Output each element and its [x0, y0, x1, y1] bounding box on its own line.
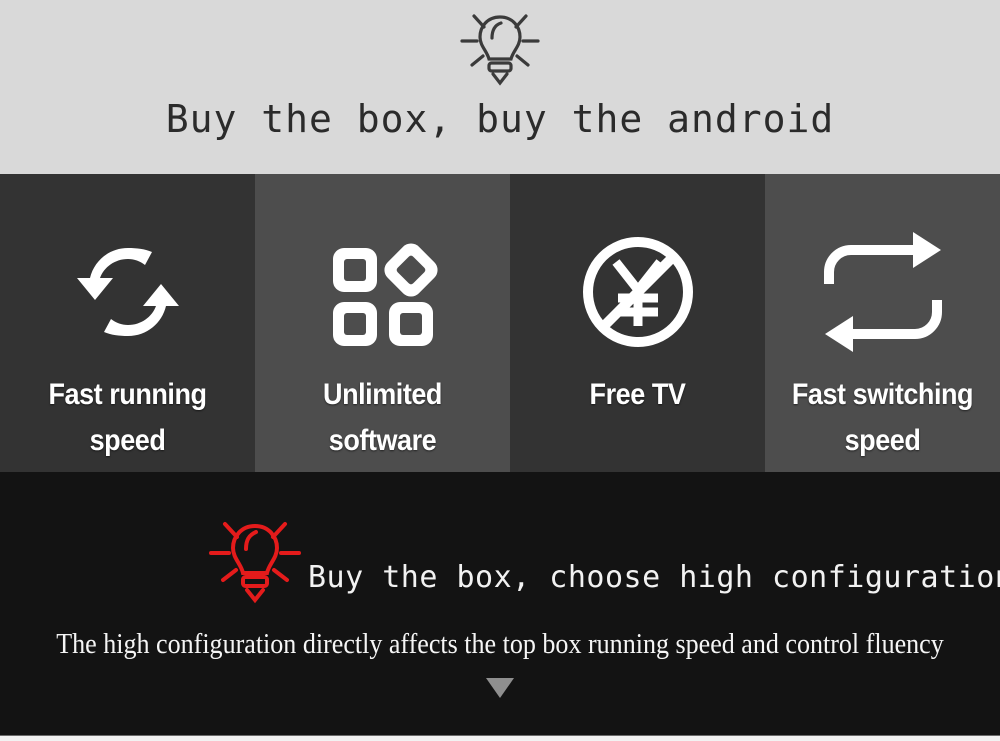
chevron-down-triangle-icon[interactable]: [486, 678, 514, 698]
feature-panel-label: Fast running speed: [48, 378, 207, 457]
swap-arrows-icon: [819, 228, 947, 356]
promo-section: Buy the box, choose high configuration T…: [0, 472, 1000, 735]
feature-panel-label: Fast switching speed: [791, 378, 974, 457]
feature-panel-fast-running-speed[interactable]: Fast running speed: [0, 174, 255, 472]
lightbulb-icon: [452, 8, 548, 90]
apps-grid-icon: [319, 228, 447, 356]
promo-title: Buy the box, choose high configuration: [308, 560, 1000, 595]
hero-section: Buy the box, buy the android: [0, 0, 1000, 174]
page-title: Buy the box, buy the android: [165, 97, 835, 141]
footer-sliver: [0, 735, 1000, 741]
promo-subtitle: The high configuration directly affects …: [56, 629, 944, 660]
feature-panel-label: Free TV: [589, 378, 686, 411]
feature-panel-free-tv[interactable]: Free TV: [510, 174, 765, 472]
feature-panel-unlimited-software-installation[interactable]: Unlimited software installation: [255, 174, 510, 503]
feature-panel-fast-switching-speed[interactable]: Fast switching speed: [765, 174, 1000, 472]
refresh-sync-arrows-icon: [64, 228, 192, 356]
feature-panels: Fast running speed Unlimited software Fr…: [0, 174, 1000, 503]
product-feature-banner: Buy the box, buy the android Fast runnin…: [0, 0, 1000, 741]
no-yen-free-icon: [574, 228, 702, 356]
lightbulb-icon-red: [203, 516, 308, 608]
